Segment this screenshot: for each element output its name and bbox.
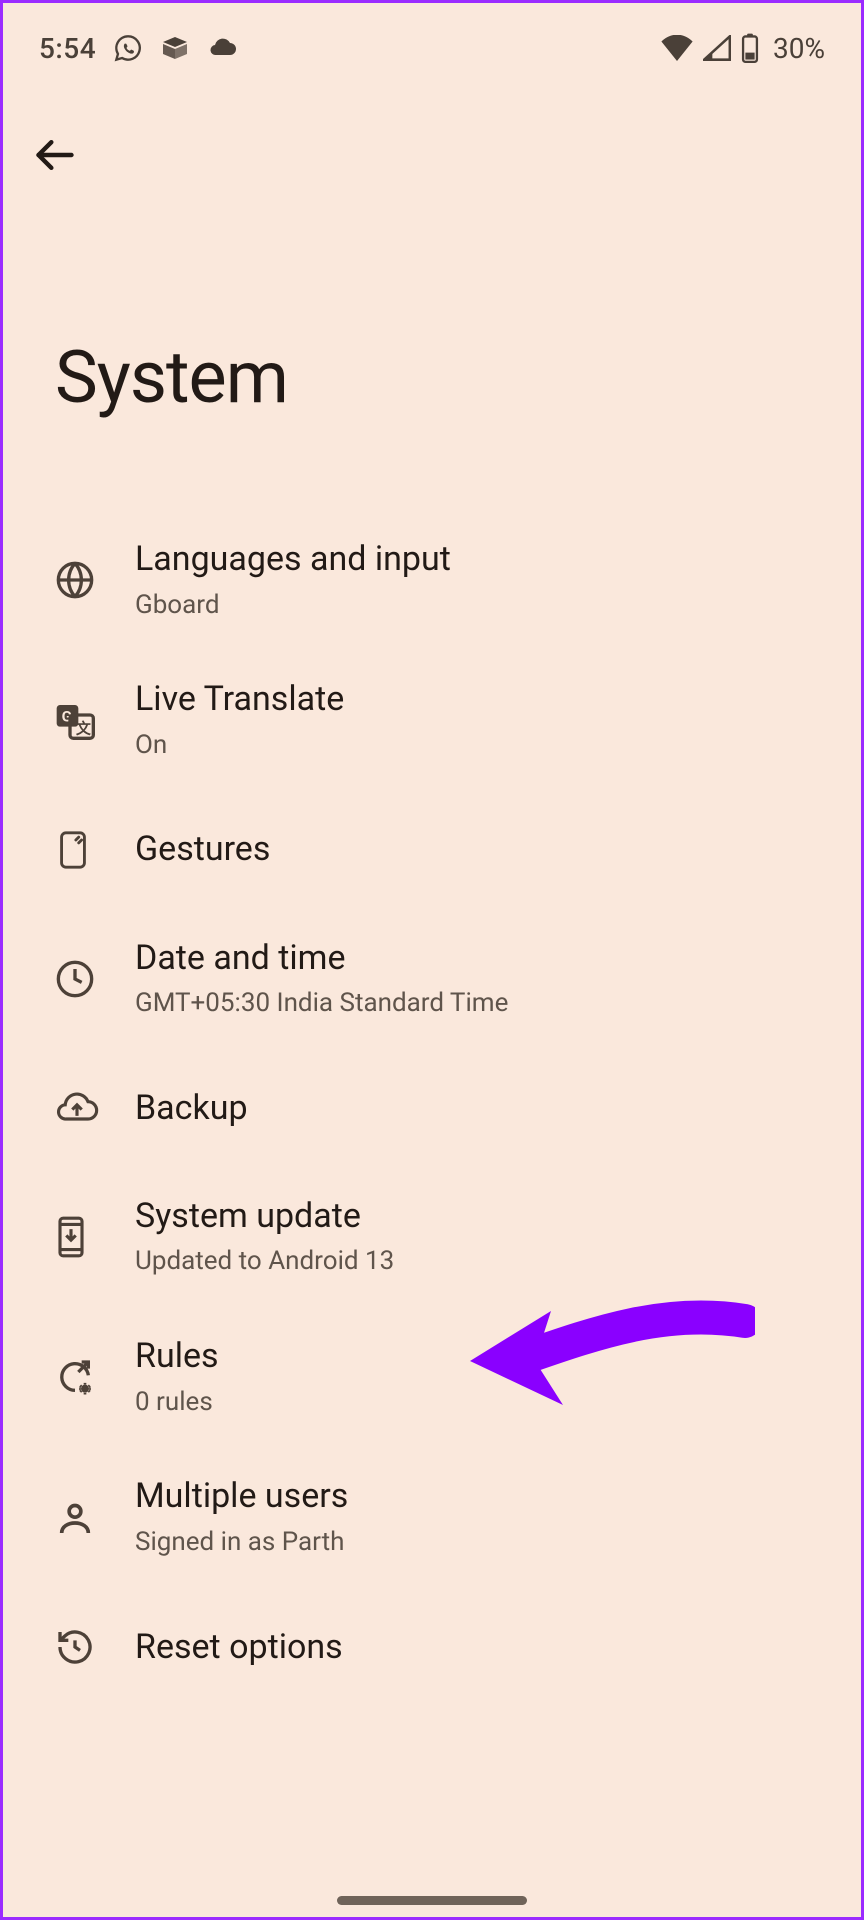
- row-languages-input[interactable]: Languages and input Gboard: [3, 510, 861, 650]
- row-live-translate[interactable]: G 文 Live Translate On: [3, 650, 861, 790]
- row-title: Reset options: [135, 1626, 343, 1669]
- gestures-icon: [55, 830, 135, 870]
- row-subtitle: 0 rules: [135, 1386, 833, 1420]
- row-date-time[interactable]: Date and time GMT+05:30 India Standard T…: [3, 909, 861, 1049]
- status-time: 5:54: [39, 32, 96, 65]
- cloud-icon: [208, 37, 238, 59]
- nav-handle[interactable]: [337, 1896, 527, 1905]
- row-title: System update: [135, 1195, 833, 1238]
- row-subtitle: GMT+05:30 India Standard Time: [135, 987, 833, 1021]
- globe-icon: [55, 560, 135, 600]
- row-subtitle: Gboard: [135, 589, 833, 623]
- rules-icon: [55, 1357, 135, 1397]
- battery-percent: 30%: [773, 32, 825, 65]
- translate-icon: G 文: [55, 700, 135, 740]
- status-right: 30%: [661, 32, 825, 65]
- cell-signal-icon: [703, 35, 731, 61]
- system-update-icon: [55, 1215, 135, 1259]
- row-gestures[interactable]: Gestures: [3, 791, 861, 909]
- clock-icon: [55, 959, 135, 999]
- row-title: Date and time: [135, 937, 833, 980]
- row-title: Live Translate: [135, 678, 833, 721]
- row-backup[interactable]: Backup: [3, 1049, 861, 1167]
- settings-list: Languages and input Gboard G 文 Live Tran…: [3, 420, 861, 1706]
- back-button[interactable]: [25, 125, 85, 185]
- status-left: 5:54: [39, 32, 238, 65]
- row-multiple-users[interactable]: Multiple users Signed in as Parth: [3, 1447, 861, 1587]
- status-bar: 5:54: [3, 3, 861, 75]
- row-title: Gestures: [135, 828, 270, 871]
- row-title: Multiple users: [135, 1475, 833, 1518]
- svg-text:文: 文: [76, 720, 92, 738]
- page-title: System: [3, 195, 861, 420]
- row-subtitle: Updated to Android 13: [135, 1245, 833, 1279]
- person-icon: [55, 1498, 135, 1538]
- row-subtitle: Signed in as Parth: [135, 1526, 833, 1560]
- cloud-upload-icon: [55, 1090, 135, 1126]
- wifi-icon: [661, 35, 693, 61]
- row-title: Backup: [135, 1087, 248, 1130]
- arrow-back-icon: [33, 133, 77, 177]
- row-subtitle: On: [135, 729, 833, 763]
- reset-icon: [55, 1627, 135, 1667]
- row-title: Languages and input: [135, 538, 833, 581]
- row-reset-options[interactable]: Reset options: [3, 1588, 861, 1706]
- row-system-update[interactable]: System update Updated to Android 13: [3, 1167, 861, 1307]
- row-rules[interactable]: Rules 0 rules: [3, 1307, 861, 1447]
- toolbar: [3, 75, 861, 195]
- package-icon: [160, 36, 190, 60]
- battery-icon: [741, 33, 759, 63]
- whatsapp-icon: [114, 34, 142, 62]
- row-title: Rules: [135, 1335, 833, 1378]
